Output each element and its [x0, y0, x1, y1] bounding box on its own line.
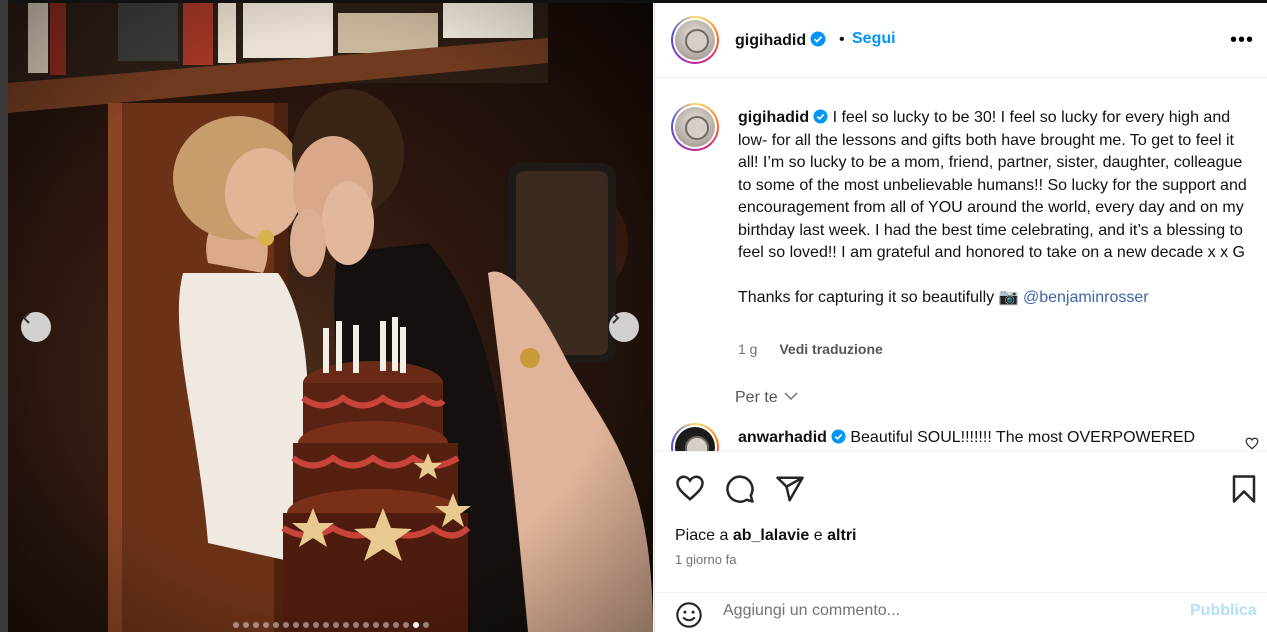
caption-age: 1 g [738, 341, 758, 357]
carousel-next-button[interactable] [609, 312, 639, 342]
comment-filter-dropdown[interactable]: Per te [735, 389, 798, 407]
carousel-dot [322, 622, 329, 628]
more-options-icon[interactable]: ••• [1230, 29, 1254, 52]
window-left-edge [0, 0, 8, 632]
carousel-dot [362, 622, 369, 628]
carousel-dot [382, 622, 389, 628]
post-photo [8, 3, 653, 632]
carousel-dot [412, 622, 419, 628]
likes-summary: Piace a ab_lalavie e altri [675, 527, 856, 545]
publish-comment-button[interactable]: Pubblica [1190, 602, 1257, 620]
carousel-dot [422, 622, 429, 628]
carousel-dot [292, 622, 299, 628]
carousel-dot [232, 622, 239, 628]
comment-like-heart-icon[interactable] [1245, 437, 1259, 450]
save-bookmark-icon[interactable] [1231, 474, 1257, 504]
follow-button[interactable]: Segui [852, 30, 896, 48]
like-heart-icon[interactable] [675, 474, 705, 502]
post-details-panel: gigihadid • Segui ••• gigihadid I feel s… [654, 3, 1267, 632]
instagram-post-window: gigihadid • Segui ••• gigihadid I feel s… [0, 0, 1267, 632]
likes-user-link[interactable]: ab_lalavie [733, 527, 810, 544]
add-comment-bar: Pubblica [655, 592, 1267, 632]
caption-credit-text: Thanks for capturing it so beautifully 📷 [738, 288, 1023, 306]
post-caption: gigihadid I feel so lucky to be 30! I fe… [738, 107, 1258, 331]
comments-scroll-area[interactable]: gigihadid I feel so lucky to be 30! I fe… [655, 79, 1267, 451]
comment-input[interactable] [723, 595, 1173, 627]
caption-meta: 1 g Vedi traduzione [738, 341, 883, 357]
carousel-indicator [8, 622, 653, 628]
carousel-dot [372, 622, 379, 628]
author-avatar[interactable] [671, 16, 719, 64]
verified-badge-icon [831, 429, 846, 444]
post-timestamp[interactable]: 1 giorno fa [675, 552, 736, 567]
comment-filter-label: Per te [735, 389, 778, 406]
carousel-dot [352, 622, 359, 628]
see-translation-button[interactable]: Vedi traduzione [779, 341, 882, 357]
comment-item: anwarhadid Beautiful SOUL!!!!!!! The mos… [738, 429, 1195, 447]
comment-bubble-icon[interactable] [725, 474, 755, 504]
post-header: gigihadid • Segui ••• [655, 3, 1267, 78]
carousel-dot [402, 622, 409, 628]
carousel-dot [392, 622, 399, 628]
caption-author-avatar[interactable] [671, 103, 719, 151]
carousel-dot [242, 622, 249, 628]
header-separator: • [839, 31, 845, 48]
emoji-smiley-icon[interactable] [675, 601, 703, 629]
carousel-dot [282, 622, 289, 628]
carousel-dot [272, 622, 279, 628]
post-actions: Piace a ab_lalavie e altri 1 giorno fa P… [655, 451, 1267, 632]
carousel-prev-button[interactable] [21, 312, 51, 342]
comment-username[interactable]: anwarhadid [738, 429, 827, 446]
chevron-left-icon [22, 312, 30, 324]
author-username[interactable]: gigihadid [735, 31, 826, 50]
likes-others-link[interactable]: altri [827, 527, 856, 544]
chevron-right-icon [612, 312, 620, 324]
mention-link[interactable]: @benjaminrosser [1023, 289, 1149, 306]
birthday-photo-illustration [8, 3, 653, 632]
share-paper-plane-icon[interactable] [775, 474, 805, 504]
verified-badge-icon [810, 31, 826, 47]
carousel-dot [332, 622, 339, 628]
carousel-dot [302, 622, 309, 628]
chevron-down-icon [784, 392, 798, 401]
carousel-dot [342, 622, 349, 628]
carousel-dot [312, 622, 319, 628]
comment-text: Beautiful SOUL!!!!!!! The most OVERPOWER… [850, 429, 1196, 446]
comment-avatar[interactable] [671, 423, 719, 451]
verified-badge-icon [813, 109, 828, 124]
carousel-dot [252, 622, 259, 628]
caption-username[interactable]: gigihadid [738, 109, 809, 126]
caption-text: I feel so lucky to be 30! I feel so luck… [738, 109, 1247, 261]
likes-conjunction: e [813, 527, 823, 544]
likes-prefix: Piace a [675, 527, 729, 544]
carousel-dot [262, 622, 269, 628]
